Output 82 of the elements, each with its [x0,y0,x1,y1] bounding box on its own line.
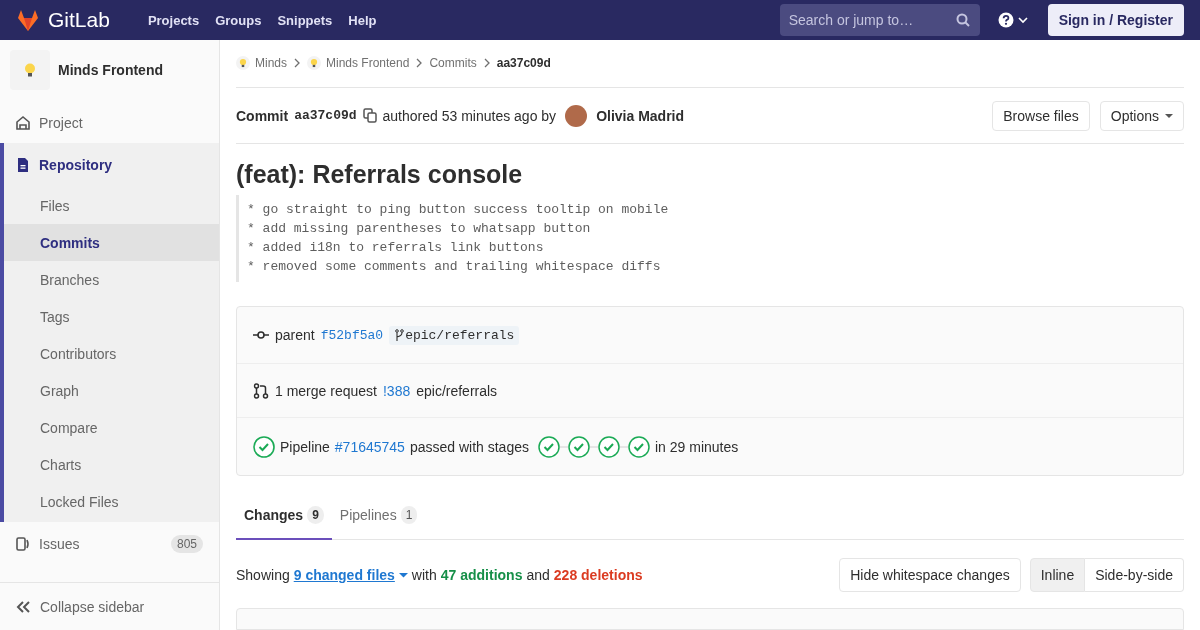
stage-passed-icon[interactable] [628,435,650,458]
commit-label: Commit [236,107,289,124]
pipeline-link[interactable]: #71645745 [334,438,405,455]
tab[interactable]: Changes 9 [236,492,332,540]
chevron-down-icon[interactable] [1017,16,1028,24]
double-chevron-left-icon [16,599,31,614]
nav-link[interactable]: Groups [207,6,270,34]
author-link[interactable]: Olivia Madrid [596,107,685,124]
pipeline-status-text: passed with stages [409,438,529,455]
chevron-right-icon [415,58,424,69]
sidebar-item[interactable]: Project [0,103,219,143]
caret-down-icon [1165,113,1173,118]
project-name[interactable]: Minds Frontend [58,62,163,78]
house-icon [15,115,31,131]
nav-link[interactable]: Help [340,6,385,34]
breadcrumb-link[interactable]: Minds [236,56,287,71]
copy-icon[interactable] [362,108,377,123]
branch-name: epic/referrals [416,382,498,399]
pipeline-label: Pipeline [280,438,330,455]
merge-request-icon [253,382,269,399]
commit-message-line: * added i18n to referrals link buttons [247,239,545,258]
commit-message-line: * add missing parentheses to whatsapp button [247,220,592,239]
search-field[interactable]: Search or jump to… [779,4,980,36]
count-badge: 805 [170,535,203,553]
caret-down-icon [398,572,408,578]
collapse-sidebar-button[interactable]: Collapse sidebar [0,582,219,630]
breadcrumb-link[interactable]: aa37c09d [496,56,551,71]
commit-node-icon [253,330,269,341]
chevron-right-icon [293,58,301,69]
chevron-right-icon [482,58,491,69]
deletions-count: 228 deletions [553,567,643,583]
lightbulb-icon [22,62,38,78]
gitlab-fox-icon[interactable] [16,8,40,32]
sidebar-subitem[interactable]: Charts [4,446,219,483]
sidebar-subitem[interactable]: Contributors [4,335,219,372]
merge-request-link[interactable]: !388 [382,382,411,399]
additions-count: 47 additions [440,567,523,583]
changed-files-dropdown[interactable]: 9 changed files [293,567,408,583]
search-icon [955,13,970,27]
help-icon[interactable] [997,12,1014,28]
branch-icon [394,328,405,342]
stage-passed-icon[interactable] [598,435,620,458]
hide-whitespace-button[interactable]: Hide whitespace changes [839,558,1021,592]
parent-commit-link[interactable]: f52bf5a0 [320,327,384,343]
commit-message-line: * removed some comments and trailing whitespace diffs [247,258,662,277]
view-toggle-button[interactable]: Side-by-side [1085,558,1184,592]
breadcrumb-link[interactable]: Minds Frontend [307,56,410,71]
merge-request-text: 1 merge request [275,382,377,399]
view-toggle-button[interactable]: Inline [1029,558,1086,592]
browse-files-button[interactable]: Browse files [992,100,1090,131]
author-avatar[interactable] [565,104,588,127]
breadcrumb-link[interactable]: Commits [429,56,477,71]
logo-text[interactable]: GitLab [48,8,110,32]
sidebar-subitem[interactable]: Graph [4,372,219,409]
stage-passed-icon[interactable] [568,435,590,458]
commit-sha: aa37c09d [294,108,357,123]
document-icon [15,157,31,173]
pipeline-passed-icon[interactable] [253,435,275,458]
sidebar-subitem[interactable]: Locked Files [4,483,219,520]
parent-label: parent [275,327,315,344]
branch-ref[interactable]: epic/referrals [389,325,520,345]
stage-passed-icon[interactable] [538,435,560,458]
summary-text: and [526,567,550,583]
sidebar-subitem[interactable]: Files [4,187,219,224]
commit-message-line: * go straight to ping button success tooltip on mobile [247,201,670,220]
sidebar-subitem[interactable]: Commits [4,224,219,261]
sidebar-subitem[interactable]: Compare [4,409,219,446]
commit-title: (feat): Referrals console [236,160,524,190]
summary-text: with [411,567,437,583]
nav-link[interactable]: Projects [139,6,208,34]
summary-text: Showing [236,567,290,583]
issues-icon [15,536,31,552]
sidebar-subitem[interactable]: Tags [4,298,219,335]
sidebar-item[interactable]: Issues 805 [0,524,219,564]
sidebar-subitem[interactable]: Branches [4,261,219,298]
tab[interactable]: Pipelines 1 [331,492,426,540]
nav-link[interactable]: Snippets [269,6,341,34]
sign-in-button[interactable]: Sign in / Register [1047,4,1184,36]
options-button[interactable]: Options [1099,100,1184,131]
sidebar-item[interactable]: Repository [4,143,219,187]
authored-text: authored 53 minutes ago by [382,107,557,124]
duration-text: in 29 minutes [655,438,739,455]
